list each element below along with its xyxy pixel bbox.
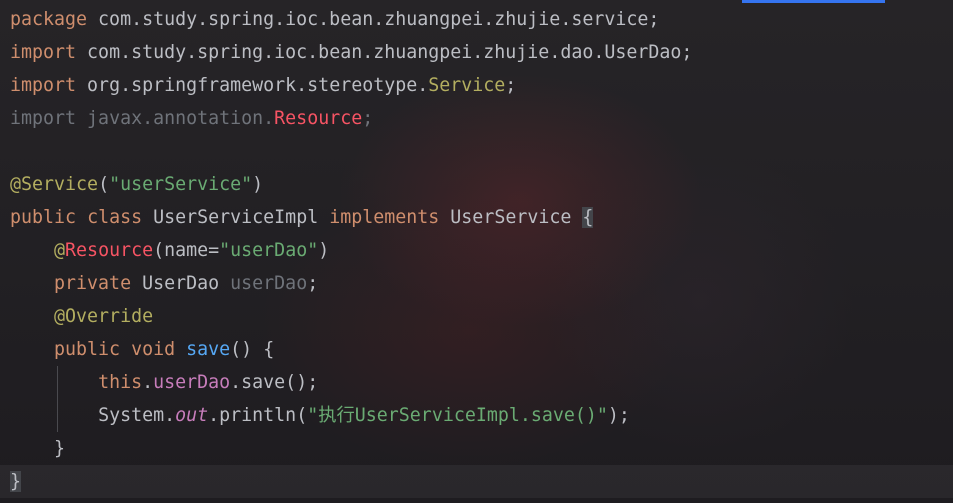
keyword: package	[10, 9, 88, 30]
annotation-args: (name=	[153, 240, 220, 261]
unresolved-annotation: Resource	[65, 240, 154, 261]
code-line-empty[interactable]	[10, 135, 953, 168]
keyword: import	[10, 108, 77, 129]
static-field: out	[175, 405, 209, 426]
brace: }	[54, 438, 66, 459]
keyword: implements	[329, 207, 440, 228]
code-line-import-service[interactable]: import org.springframework.stereotype.Se…	[10, 69, 953, 102]
code-line-override[interactable]: @Override	[10, 300, 953, 333]
method-call: .save();	[230, 372, 319, 393]
code-line-class-close[interactable]: }	[0, 465, 953, 498]
method-call: .println(	[208, 405, 308, 426]
keyword: class	[87, 207, 143, 228]
import-path: javax.annotation.	[76, 108, 275, 129]
code-line-package[interactable]: package com.study.spring.ioc.bean.zhuang…	[10, 3, 953, 36]
keyword: public	[10, 207, 77, 228]
unused-field: userDao	[230, 273, 308, 294]
field-ref: userDao	[153, 372, 231, 393]
code-line-class-declaration[interactable]: public class UserServiceImpl implements …	[10, 201, 953, 234]
interface-name: UserService	[450, 207, 572, 228]
keyword: import	[10, 42, 77, 63]
string-literal: "userService"	[109, 174, 253, 195]
semicolon: ;	[307, 273, 319, 294]
statement-end: );	[607, 405, 630, 426]
code-line-import-userdao[interactable]: import com.study.spring.ioc.bean.zhuangp…	[10, 36, 953, 69]
code-line-println[interactable]: System.out.println("执行UserServiceImpl.sa…	[10, 399, 953, 432]
matched-brace: {	[582, 207, 594, 228]
code-line-save-call[interactable]: this.userDao.save();	[10, 366, 953, 399]
code-line-import-resource[interactable]: import javax.annotation.Resource;	[10, 102, 953, 135]
code-line-field[interactable]: private UserDao userDao;	[10, 267, 953, 300]
code-line-resource-annotation[interactable]: @Resource(name="userDao")	[10, 234, 953, 267]
semicolon: ;	[362, 108, 374, 129]
code-line-method-declaration[interactable]: public void save() {	[10, 333, 953, 366]
annotation-at: @	[54, 240, 66, 261]
string-literal: "userDao"	[219, 240, 319, 261]
annotation: @Override	[54, 306, 154, 327]
keyword: import	[10, 75, 77, 96]
method-signature: () {	[230, 339, 275, 360]
import-path: com.study.spring.ioc.bean.zhuangpei.zhuj…	[76, 42, 693, 63]
method-name: save	[186, 339, 231, 360]
paren: )	[252, 174, 264, 195]
paren: )	[318, 240, 330, 261]
keyword: private	[54, 273, 132, 294]
matched-brace: }	[10, 471, 22, 492]
keyword: this	[98, 372, 143, 393]
code-line-method-close[interactable]: }	[10, 432, 953, 465]
dot: .	[142, 372, 154, 393]
class-ref: System.	[98, 405, 176, 426]
class-name: UserServiceImpl	[153, 207, 319, 228]
unresolved-class: Resource	[274, 108, 363, 129]
paren: (	[98, 174, 110, 195]
code-line-service-annotation[interactable]: @Service("userService")	[10, 168, 953, 201]
import-class: Service	[428, 75, 506, 96]
code-editor[interactable]: package com.study.spring.ioc.bean.zhuang…	[0, 0, 953, 503]
string-literal: "执行UserServiceImpl.save()"	[307, 405, 608, 426]
annotation: @Service	[10, 174, 99, 195]
import-path: org.springframework.stereotype.	[76, 75, 429, 96]
keyword: void	[131, 339, 176, 360]
package-path: com.study.spring.ioc.bean.zhuangpei.zhuj…	[87, 9, 660, 30]
keyword: public	[54, 339, 121, 360]
type-name: UserDao	[142, 273, 220, 294]
code-area[interactable]: package com.study.spring.ioc.bean.zhuang…	[0, 3, 953, 498]
semicolon: ;	[505, 75, 517, 96]
